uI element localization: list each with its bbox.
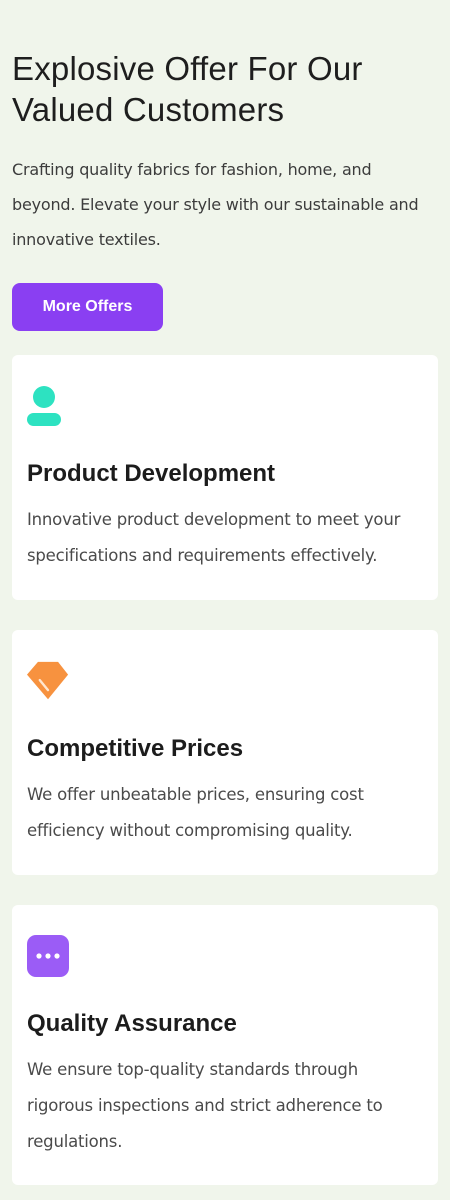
chat-dots-icon bbox=[27, 935, 423, 977]
feature-card-product-development: Product Development Innovative product d… bbox=[12, 355, 438, 600]
person-icon bbox=[27, 385, 423, 427]
feature-card-quality-assurance: Quality Assurance We ensure top-quality … bbox=[12, 905, 438, 1185]
more-offers-button[interactable]: More Offers bbox=[12, 283, 163, 331]
hero-section: Explosive Offer For Our Valued Customers… bbox=[0, 0, 450, 331]
hero-title: Explosive Offer For Our Valued Customers bbox=[12, 50, 363, 128]
feature-title: Product Development bbox=[27, 460, 276, 487]
feature-title: Quality Assurance bbox=[27, 1010, 237, 1037]
feature-description: We offer unbeatable prices, ensuring cos… bbox=[27, 785, 364, 840]
hero-description: Crafting quality fabrics for fashion, ho… bbox=[12, 160, 419, 249]
feature-description: We ensure top-quality standards through … bbox=[27, 1060, 383, 1151]
price-tag-icon bbox=[27, 660, 423, 702]
feature-description: Innovative product development to meet y… bbox=[27, 510, 401, 565]
feature-title: Competitive Prices bbox=[27, 735, 244, 762]
feature-card-competitive-prices: Competitive Prices We offer unbeatable p… bbox=[12, 630, 438, 875]
